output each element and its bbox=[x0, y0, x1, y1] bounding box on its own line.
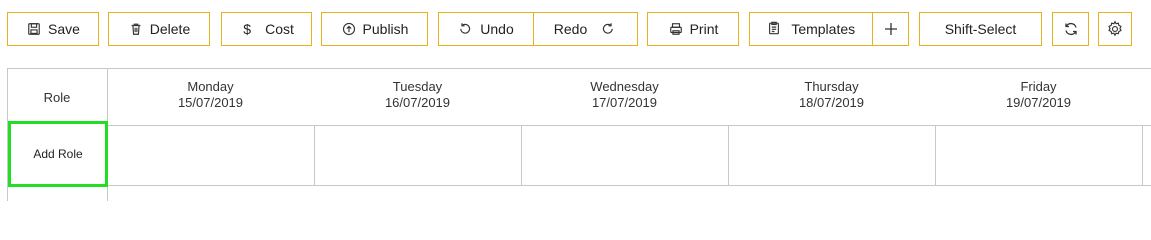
publish-button[interactable]: Publish bbox=[321, 12, 428, 46]
shift-select-label: Shift-Select bbox=[944, 21, 1017, 37]
refresh-button[interactable] bbox=[1052, 12, 1089, 46]
templates-group: Templates bbox=[749, 12, 909, 46]
day-date: 19/07/2019 bbox=[1005, 95, 1072, 110]
grid-line bbox=[1142, 125, 1143, 185]
add-template-button[interactable] bbox=[872, 13, 908, 45]
day-name: Monday bbox=[187, 79, 234, 94]
print-label: Print bbox=[689, 21, 719, 37]
templates-button[interactable]: Templates bbox=[750, 13, 872, 45]
delete-button[interactable]: Delete bbox=[108, 12, 210, 46]
undo-button[interactable]: Undo bbox=[439, 13, 533, 45]
schedule-grid: Role Monday 15/07/2019 Tuesday 16/07/201… bbox=[7, 68, 1151, 201]
day-name: Friday bbox=[1020, 79, 1057, 94]
clipboard-icon bbox=[767, 21, 783, 37]
shift-select-button[interactable]: Shift-Select bbox=[919, 12, 1042, 46]
printer-icon bbox=[668, 21, 684, 37]
redo-icon bbox=[601, 21, 617, 37]
shift-cell-monday[interactable] bbox=[108, 126, 314, 185]
undo-label: Undo bbox=[480, 21, 514, 37]
day-header-tuesday: Tuesday 16/07/2019 bbox=[314, 69, 521, 125]
shift-cell-thursday[interactable] bbox=[729, 126, 935, 185]
gear-icon bbox=[1106, 20, 1124, 38]
settings-button[interactable] bbox=[1098, 12, 1132, 46]
cost-label: Cost bbox=[265, 21, 294, 37]
redo-label: Redo bbox=[553, 21, 588, 37]
day-name: Tuesday bbox=[392, 79, 443, 94]
dollar-icon: $ bbox=[243, 21, 251, 37]
print-button[interactable]: Print bbox=[647, 12, 739, 46]
day-date: 17/07/2019 bbox=[591, 95, 658, 110]
floppy-disk-icon bbox=[26, 21, 42, 37]
day-header-wednesday: Wednesday 17/07/2019 bbox=[521, 69, 728, 125]
day-date: 18/07/2019 bbox=[798, 95, 865, 110]
publish-label: Publish bbox=[362, 21, 409, 37]
shift-cell-tuesday[interactable] bbox=[315, 126, 521, 185]
day-date: 15/07/2019 bbox=[177, 95, 244, 110]
plus-icon bbox=[883, 21, 899, 37]
templates-label: Templates bbox=[791, 21, 856, 37]
save-button[interactable]: Save bbox=[7, 12, 99, 46]
day-date: 16/07/2019 bbox=[384, 95, 451, 110]
save-label: Save bbox=[48, 21, 80, 37]
trash-icon bbox=[128, 21, 144, 37]
add-role-button[interactable]: Add Role bbox=[8, 121, 108, 187]
day-header-thursday: Thursday 18/07/2019 bbox=[728, 69, 935, 125]
shift-cell-friday[interactable] bbox=[936, 126, 1142, 185]
day-name: Wednesday bbox=[590, 79, 659, 94]
undo-icon bbox=[458, 21, 474, 37]
redo-button[interactable]: Redo bbox=[533, 13, 637, 45]
shift-cell-wednesday[interactable] bbox=[522, 126, 728, 185]
day-header-friday: Friday 19/07/2019 bbox=[935, 69, 1142, 125]
day-name: Thursday bbox=[804, 79, 859, 94]
role-column-header: Role bbox=[43, 89, 71, 105]
upload-circle-icon bbox=[341, 21, 357, 37]
delete-label: Delete bbox=[149, 21, 191, 37]
undo-redo-group: Undo Redo bbox=[438, 12, 638, 46]
day-header-monday: Monday 15/07/2019 bbox=[107, 69, 314, 125]
cost-button[interactable]: $ Cost bbox=[221, 12, 312, 46]
refresh-icon bbox=[1063, 21, 1079, 37]
grid-line bbox=[7, 185, 1151, 186]
